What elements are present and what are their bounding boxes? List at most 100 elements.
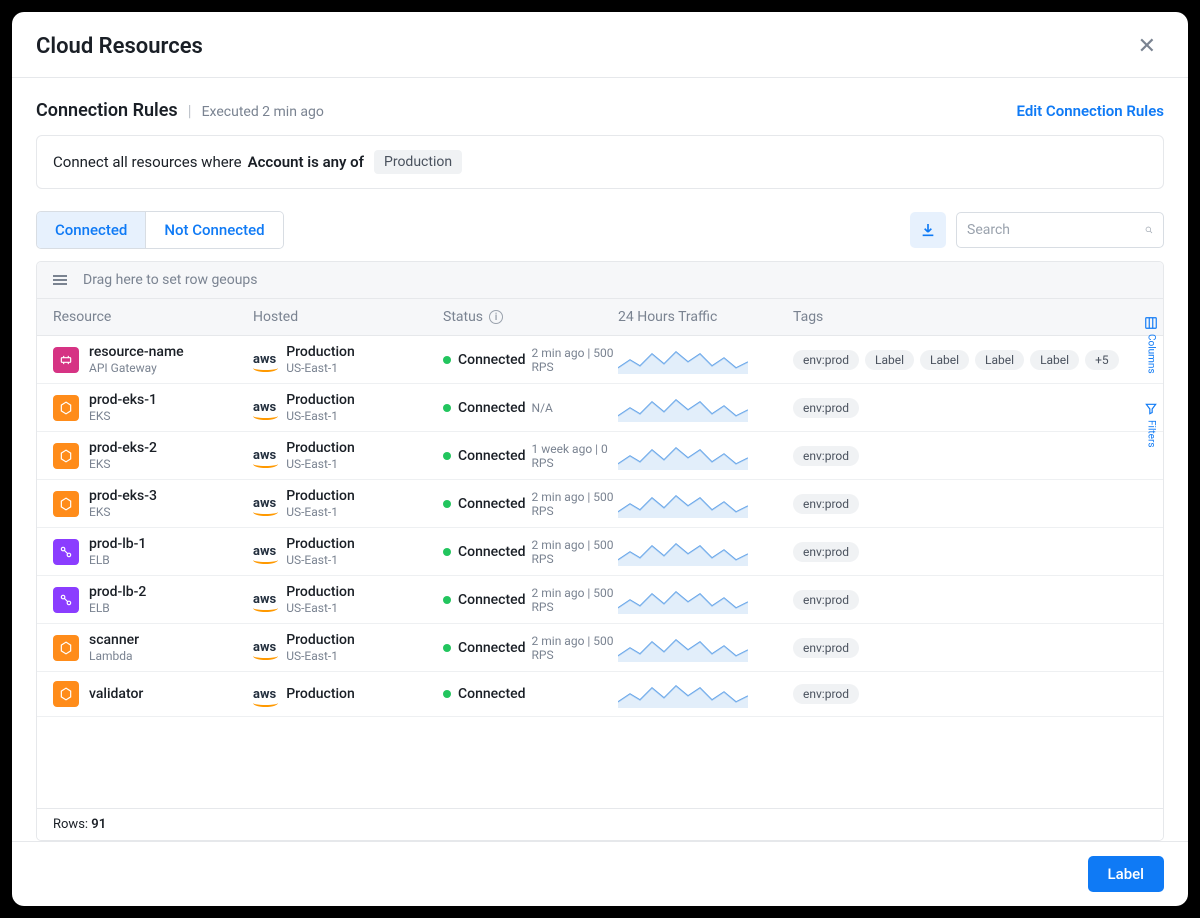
status-detail: N/A xyxy=(532,401,553,415)
aws-logo: aws xyxy=(253,592,276,607)
tag-chip[interactable]: env:prod xyxy=(793,638,859,658)
hosted-region: US-East-1 xyxy=(286,457,355,471)
hosted-region: US-East-1 xyxy=(286,553,355,567)
service-icon xyxy=(53,347,79,373)
traffic-sparkline xyxy=(618,634,793,662)
modal-header: Cloud Resources ✕ xyxy=(12,12,1188,78)
service-icon xyxy=(53,491,79,517)
tag-chip[interactable]: env:prod xyxy=(793,590,859,610)
edit-connection-rules-link[interactable]: Edit Connection Rules xyxy=(1017,102,1165,120)
aws-logo: aws xyxy=(253,496,276,511)
hosted-account: Production xyxy=(286,344,355,360)
status-dot-icon xyxy=(443,644,451,652)
group-drop-zone[interactable]: Drag here to set row geoups xyxy=(37,262,1163,299)
service-icon xyxy=(53,587,79,613)
filters-label: Filters xyxy=(1146,420,1157,448)
aws-logo: aws xyxy=(253,687,276,702)
tag-chip[interactable]: env:prod xyxy=(793,684,859,704)
status-dot-icon xyxy=(443,548,451,556)
tag-chip[interactable]: Label xyxy=(920,350,969,370)
resource-type: EKS xyxy=(89,457,157,471)
col-tags[interactable]: Tags xyxy=(793,309,1147,325)
status-detail: 2 min ago | 500 RPS xyxy=(532,586,618,614)
table-row[interactable]: prod-lb-1ELBawsProductionUS-East-1Connec… xyxy=(37,528,1163,576)
tags-cell: env:prod xyxy=(793,684,1147,704)
toolbar-right xyxy=(910,212,1164,248)
table-row[interactable]: prod-lb-2ELBawsProductionUS-East-1Connec… xyxy=(37,576,1163,624)
rule-summary: Connect all resources where Account is a… xyxy=(36,135,1164,189)
group-hint: Drag here to set row geoups xyxy=(83,272,258,288)
traffic-sparkline xyxy=(618,680,793,708)
close-button[interactable]: ✕ xyxy=(1130,30,1164,63)
label-button[interactable]: Label xyxy=(1088,856,1164,892)
col-status[interactable]: Status i xyxy=(443,309,618,325)
table-row[interactable]: validatorawsProductionConnectedenv:prod xyxy=(37,672,1163,717)
col-resource[interactable]: Resource xyxy=(53,309,253,325)
table-row[interactable]: prod-eks-2EKSawsProductionUS-East-1Conne… xyxy=(37,432,1163,480)
download-button[interactable] xyxy=(910,212,946,248)
traffic-sparkline xyxy=(618,394,793,422)
tab-connected[interactable]: Connected xyxy=(37,212,145,248)
columns-label: Columns xyxy=(1146,334,1157,374)
tag-chip[interactable]: env:prod xyxy=(793,446,859,466)
info-icon[interactable]: i xyxy=(489,310,503,324)
aws-logo: aws xyxy=(253,400,276,415)
table-row[interactable]: prod-eks-1EKSawsProductionUS-East-1Conne… xyxy=(37,384,1163,432)
tag-chip[interactable]: Label xyxy=(865,350,914,370)
hosted-region: US-East-1 xyxy=(286,601,355,615)
col-hosted[interactable]: Hosted xyxy=(253,309,443,325)
table-row[interactable]: prod-eks-3EKSawsProductionUS-East-1Conne… xyxy=(37,480,1163,528)
search-input[interactable] xyxy=(967,222,1145,238)
table-header: Resource Hosted Status i 24 Hours Traffi… xyxy=(37,299,1163,336)
rules-title: Connection Rules xyxy=(36,100,178,121)
tag-chip[interactable]: Label xyxy=(1030,350,1079,370)
tags-cell: env:prod xyxy=(793,398,1147,418)
modal-footer: Label xyxy=(12,841,1188,906)
tag-chip[interactable]: Label xyxy=(975,350,1024,370)
tag-chip[interactable]: env:prod xyxy=(793,350,859,370)
filters-panel-toggle[interactable]: Filters xyxy=(1144,402,1158,448)
hosted-account: Production xyxy=(286,632,355,648)
rules-header-left: Connection Rules | Executed 2 min ago xyxy=(36,100,324,121)
aws-logo: aws xyxy=(253,448,276,463)
table-row[interactable]: resource-nameAPI GatewayawsProductionUS-… xyxy=(37,336,1163,384)
tags-cell: env:prod xyxy=(793,638,1147,658)
search-box[interactable] xyxy=(956,212,1164,248)
tags-cell: env:prod xyxy=(793,590,1147,610)
columns-icon xyxy=(1144,316,1158,330)
col-traffic[interactable]: 24 Hours Traffic xyxy=(618,309,793,325)
rules-executed: Executed 2 min ago xyxy=(202,104,324,120)
status-text: Connected xyxy=(458,640,526,656)
traffic-sparkline xyxy=(618,586,793,614)
service-icon xyxy=(53,395,79,421)
modal-title: Cloud Resources xyxy=(36,34,203,59)
tag-chip[interactable]: env:prod xyxy=(793,542,859,562)
columns-panel-toggle[interactable]: Columns xyxy=(1144,316,1158,374)
tag-chip[interactable]: env:prod xyxy=(793,494,859,514)
status-detail: 2 min ago | 500 RPS xyxy=(532,490,618,518)
resource-name: validator xyxy=(89,686,143,702)
tab-not-connected[interactable]: Not Connected xyxy=(145,212,282,248)
table-row[interactable]: scannerLambdaawsProductionUS-East-1Conne… xyxy=(37,624,1163,672)
traffic-sparkline xyxy=(618,346,793,374)
rule-value-chip[interactable]: Production xyxy=(374,150,462,174)
status-text: Connected xyxy=(458,544,526,560)
tag-chip[interactable]: +5 xyxy=(1085,350,1119,370)
tag-chip[interactable]: env:prod xyxy=(793,398,859,418)
status-detail: 2 min ago | 500 RPS xyxy=(532,538,618,566)
hosted-account: Production xyxy=(286,440,355,456)
status-text: Connected xyxy=(458,400,526,416)
service-icon xyxy=(53,681,79,707)
side-tabs: Columns Filters xyxy=(1139,304,1163,447)
resource-name: prod-lb-2 xyxy=(89,584,146,600)
rules-header: Connection Rules | Executed 2 min ago Ed… xyxy=(36,100,1164,121)
hosted-account: Production xyxy=(286,584,355,600)
resource-type: ELB xyxy=(89,553,146,567)
status-text: Connected xyxy=(458,686,526,702)
rows-value: 91 xyxy=(91,817,106,832)
rule-prefix: Connect all resources where xyxy=(53,153,242,171)
status-text: Connected xyxy=(458,496,526,512)
cloud-resources-modal: Cloud Resources ✕ Connection Rules | Exe… xyxy=(12,12,1188,906)
traffic-sparkline xyxy=(618,442,793,470)
status-detail: 2 min ago | 500 RPS xyxy=(532,634,618,662)
